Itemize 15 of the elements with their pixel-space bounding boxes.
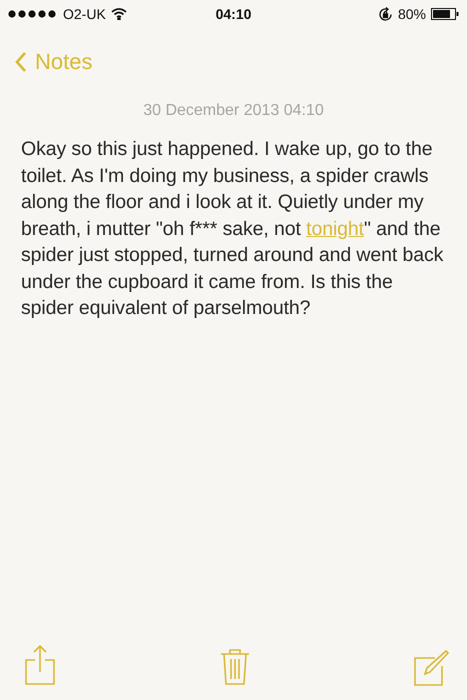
- battery-icon: [431, 8, 459, 20]
- rotation-lock-icon: [378, 6, 393, 22]
- signal-icon: [8, 10, 58, 18]
- note-text: Okay so this just happened. I wake up, go to the toilet. As I'm doing my business, a spider crawls along the floor and i look at it. Quietly under my breath, i mutter "oh f*** sake, not tonight" and the spider just stopped, turned around and went back under the cupboard it came from. Is this the spider equivalent of parselmouth?: [21, 137, 444, 321]
- chevron-left-icon: [14, 51, 27, 73]
- battery-percentage: 80%: [398, 6, 426, 22]
- back-button[interactable]: Notes: [14, 49, 92, 75]
- status-time: 04:10: [216, 6, 252, 22]
- compose-icon[interactable]: [413, 650, 449, 686]
- share-icon[interactable]: [24, 644, 56, 686]
- trash-icon[interactable]: [220, 648, 250, 686]
- wifi-icon: [110, 8, 127, 20]
- carrier-name: O2-UK: [63, 6, 106, 22]
- note-date: 30 December 2013 04:10: [142, 102, 325, 120]
- link[interactable]: tonight: [306, 218, 364, 240]
